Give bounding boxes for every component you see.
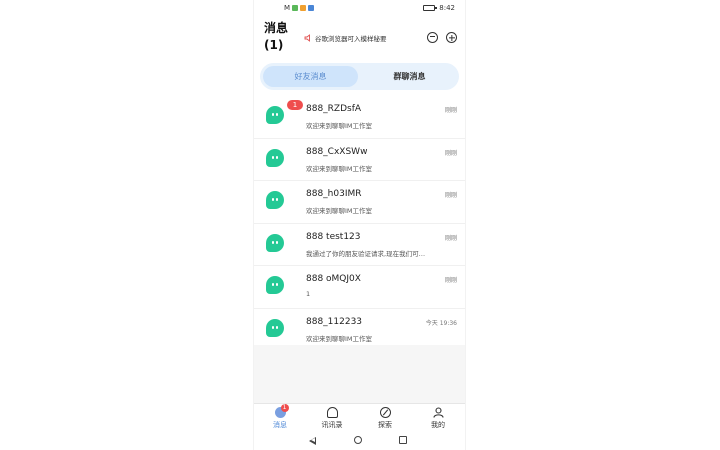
nav-me[interactable]: 我的 (418, 407, 458, 430)
tab-friend-messages[interactable]: 好友消息 (263, 66, 358, 87)
notification-icon (300, 5, 307, 11)
conversation-row[interactable]: 888_CxXSWw 欢迎来到聊聊IM工作室 刚刚 (254, 139, 465, 182)
status-bar: M 8:42 (254, 0, 465, 16)
conversation-list: 1 888_RZDsfA 欢迎来到聊聊IM工作室 刚刚 888_CxXSWw 欢… (254, 96, 465, 352)
status-right: 8:42 (423, 4, 455, 12)
conversation-message: 1 (306, 290, 311, 299)
robot-icon[interactable] (427, 32, 438, 43)
nav-label: 消息 (273, 421, 287, 429)
conversation-row[interactable]: 1 888_RZDsfA 欢迎来到聊聊IM工作室 刚刚 (254, 96, 465, 139)
nav-label: 讯讯录 (321, 421, 343, 429)
chat-icon: 1 (274, 404, 289, 418)
system-nav-bar (254, 433, 465, 450)
conversation-message: 欢迎来到聊聊IM工作室 (306, 334, 373, 343)
conversation-row[interactable]: 888 test123 我通过了你的朋友验证请求,现在我们可以... 刚刚 (254, 224, 465, 267)
conversation-name: 888_CxXSWw (306, 146, 368, 157)
conversation-name: 888_112233 (306, 316, 363, 327)
conversation-name: 888 oMQJ0X (306, 274, 361, 285)
conversation-name: 888 test123 (306, 231, 361, 242)
home-icon[interactable] (354, 436, 362, 444)
page-title: 消息 (1) (264, 20, 288, 54)
nav-label: 探索 (378, 421, 392, 429)
bottom-nav: 1 消息 讯讯录 探索 我的 (254, 403, 465, 434)
status-time: 8:42 (439, 4, 455, 12)
back-icon[interactable] (309, 437, 316, 445)
conversation-time: 刚刚 (444, 149, 457, 157)
chat-avatar-icon (266, 106, 284, 124)
conversation-time: 刚刚 (444, 192, 457, 200)
notice-banner[interactable]: 谷歌浏览器可入模样秘要 (304, 33, 387, 43)
carrier-label: M (284, 4, 291, 12)
conversation-name: 888_RZDsfA (306, 104, 362, 114)
unread-badge: 1 (287, 100, 303, 110)
message-tabs: 好友消息 群聊消息 (260, 63, 459, 90)
recent-apps-icon[interactable] (399, 436, 407, 444)
status-left: M (284, 4, 315, 12)
nav-badge: 1 (280, 404, 289, 412)
empty-area (254, 345, 465, 403)
chat-avatar-icon (266, 318, 284, 337)
speaker-icon (304, 34, 310, 42)
conversation-time: 今天 19:36 (425, 319, 457, 327)
contacts-icon (326, 407, 338, 418)
nav-explore[interactable]: 探索 (365, 407, 405, 430)
nav-messages[interactable]: 1 消息 (260, 404, 300, 430)
notification-icon (308, 5, 315, 11)
conversation-name: 888_h03IMR (306, 189, 362, 200)
conversation-message: 欢迎来到聊聊IM工作室 (306, 164, 373, 173)
conversation-row[interactable]: 888_h03IMR 欢迎来到聊聊IM工作室 刚刚 (254, 181, 465, 224)
conversation-message: 我通过了你的朋友验证请求,现在我们可以... (306, 249, 426, 258)
chat-avatar-icon (266, 233, 284, 252)
conversation-time: 刚刚 (444, 234, 457, 242)
tab-group-messages[interactable]: 群聊消息 (362, 66, 457, 87)
conversation-time: 刚刚 (444, 277, 457, 285)
conversation-row[interactable]: 888 oMQJ0X 1 刚刚 (254, 266, 465, 309)
chat-avatar-icon (266, 191, 284, 210)
nav-label: 我的 (431, 421, 445, 429)
chat-avatar-icon (266, 148, 284, 167)
add-icon[interactable] (446, 32, 457, 43)
nav-contacts[interactable]: 讯讯录 (312, 407, 352, 430)
conversation-message: 欢迎来到聊聊IM工作室 (306, 207, 373, 216)
conversation-message: 欢迎来到聊聊IM工作室 (306, 122, 373, 130)
unread-count: (1) (264, 38, 284, 52)
conversation-time: 刚刚 (444, 107, 457, 114)
phone-screen: M 8:42 消息 (1) 谷歌浏览器可入模样秘要 好友消息 群聊消息 1 88… (254, 0, 465, 450)
notification-icon (292, 5, 299, 11)
notice-text: 谷歌浏览器可入模样秘要 (315, 35, 387, 43)
header: 消息 (1) 谷歌浏览器可入模样秘要 (254, 16, 465, 60)
page-title-text: 消息 (264, 21, 289, 35)
battery-icon (423, 5, 438, 11)
header-actions (427, 32, 457, 43)
chat-avatar-icon (266, 276, 284, 295)
person-icon (432, 407, 444, 418)
compass-icon (379, 407, 391, 418)
